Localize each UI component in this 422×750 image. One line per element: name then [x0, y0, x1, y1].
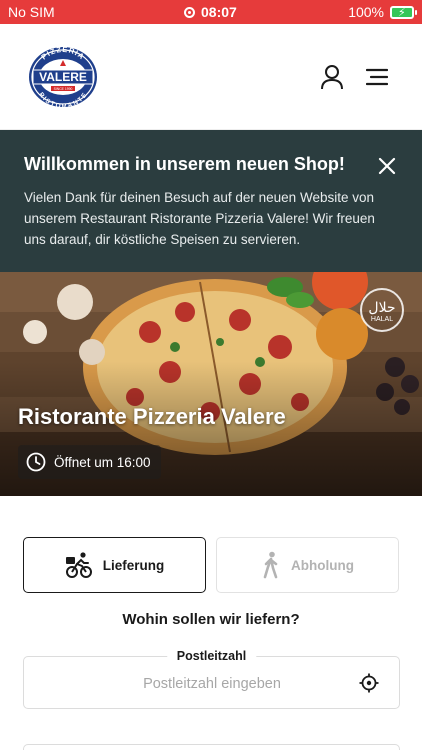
halal-label: HALAL [370, 316, 394, 323]
time-label: 08:07 [201, 4, 237, 20]
bicycle-icon [65, 552, 92, 578]
logo-ribbon-text: SINCE 1990 [54, 87, 73, 91]
opening-hours-badge: Öffnet um 16:00 [18, 445, 161, 479]
locate-icon[interactable] [359, 673, 379, 693]
postcode-input[interactable] [24, 671, 400, 697]
welcome-title: Willkommen in unserem neuen Shop! [24, 154, 345, 174]
halal-arabic: حلال [368, 299, 396, 315]
clock-icon [26, 452, 46, 472]
logo-main-text: VALERE [39, 70, 87, 84]
delivery-toggle[interactable]: Lieferung [23, 537, 206, 593]
postcode-field: Postleitzahl [23, 649, 400, 709]
delivery-label: Lieferung [102, 557, 165, 573]
app-header: PIZZERIA RISTORANTE VALERE SINCE 1990 [0, 24, 422, 130]
battery-percent: 100% [348, 4, 384, 20]
screen-lock-icon [184, 6, 195, 18]
pickup-label: Abholung [291, 557, 354, 573]
next-field-card [23, 744, 400, 750]
close-icon[interactable] [378, 157, 396, 175]
opening-hours-text: Öffnet um 16:00 [54, 454, 151, 470]
postcode-label: Postleitzahl [166, 649, 257, 663]
carrier-label: No SIM [8, 4, 55, 20]
battery-status: 100% ⚡ [348, 4, 417, 20]
halal-badge: حلال HALAL [360, 288, 404, 332]
pickup-toggle[interactable]: Abholung [216, 537, 399, 593]
user-icon[interactable] [320, 64, 344, 90]
welcome-banner: Willkommen in unserem neuen Shop! Vielen… [0, 130, 422, 272]
restaurant-name: Ristorante Pizzeria Valere [18, 404, 286, 429]
clock: 08:07 [184, 4, 237, 20]
status-bar: No SIM 08:07 100% ⚡ [0, 0, 422, 24]
walking-icon [263, 551, 278, 579]
hero-banner: حلال HALAL Ristorante Pizzeria Valere Öf… [0, 272, 422, 496]
battery-icon: ⚡ [390, 5, 417, 19]
menu-icon[interactable] [366, 68, 388, 86]
restaurant-logo[interactable]: PIZZERIA RISTORANTE VALERE SINCE 1990 [28, 46, 98, 108]
delivery-question: Wohin sollen wir liefern? [122, 611, 300, 628]
welcome-text: Vielen Dank für deinen Besuch auf der ne… [24, 190, 375, 247]
